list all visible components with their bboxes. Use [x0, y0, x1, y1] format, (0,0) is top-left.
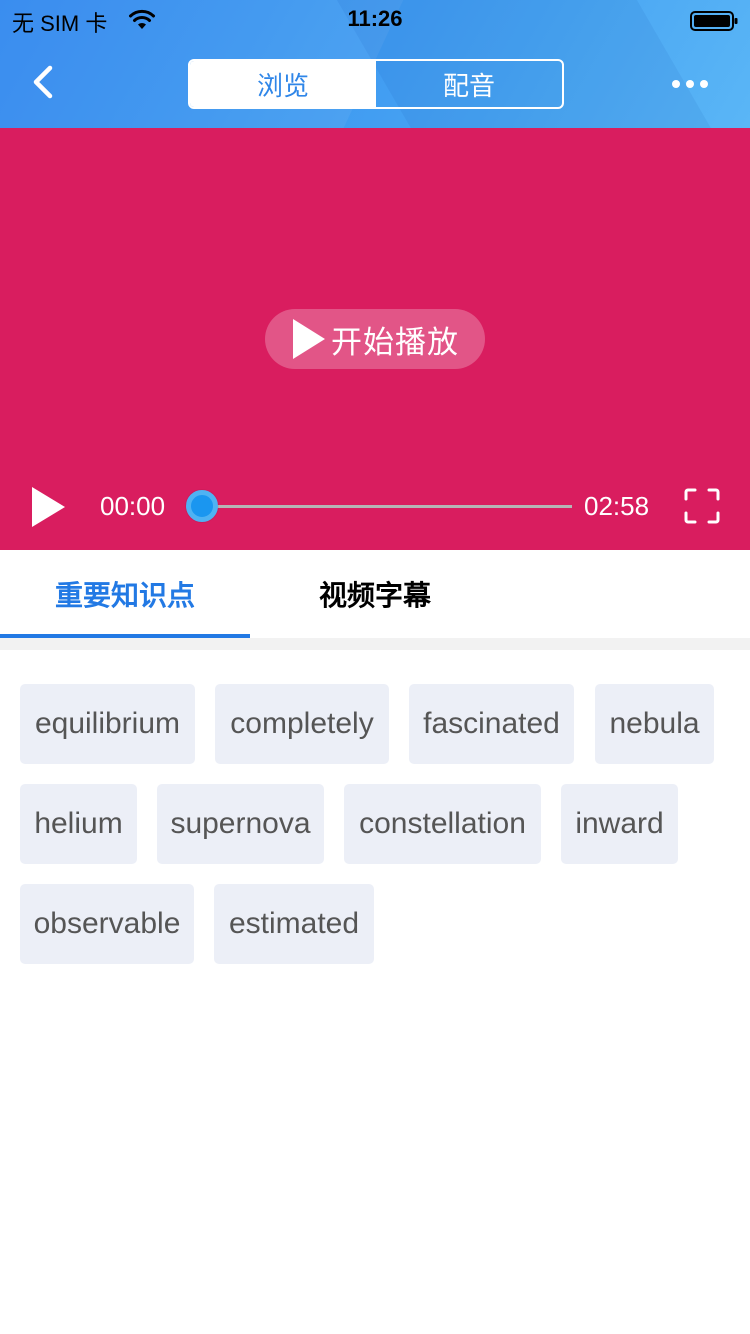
total-time: 02:58 [584, 491, 650, 521]
video-player[interactable]: 开始播放 00:00 02:58 [0, 128, 750, 550]
keyword-chip[interactable]: helium [20, 784, 137, 864]
battery-icon [690, 11, 738, 31]
section-divider [0, 638, 750, 650]
current-time: 00:00 [100, 491, 166, 521]
keyword-chip[interactable]: estimated [214, 884, 374, 964]
clock: 11:26 [347, 6, 403, 31]
start-play-label: 开始播放 [331, 324, 459, 360]
play-triangle-icon [293, 319, 325, 359]
keyword-chip[interactable]: supernova [157, 784, 324, 864]
status-bar: 无 SIM 卡 11:26 [0, 0, 750, 40]
start-play-button[interactable]: 开始播放 [265, 309, 485, 369]
fullscreen-icon[interactable] [684, 488, 720, 524]
keyword-chip[interactable]: nebula [595, 684, 714, 764]
keyword-chip[interactable]: fascinated [409, 684, 574, 764]
keyword-chip[interactable]: completely [215, 684, 389, 764]
keyword-chip[interactable]: equilibrium [20, 684, 195, 764]
tab-key-points[interactable]: 重要知识点 [0, 550, 250, 638]
segment-dubbing[interactable]: 配音 [376, 61, 562, 107]
segment-browse[interactable]: 浏览 [190, 61, 376, 107]
keyword-chip[interactable]: observable [20, 884, 194, 964]
play-icon[interactable] [32, 487, 65, 527]
chevron-left-icon[interactable] [26, 60, 66, 104]
mode-segmented-control: 浏览 配音 [188, 59, 564, 109]
header-bar: 无 SIM 卡 11:26 浏览 配音 [0, 0, 750, 128]
keyword-chip[interactable]: inward [561, 784, 678, 864]
keyword-chip[interactable]: constellation [344, 784, 541, 864]
progress-slider-thumb[interactable] [186, 490, 218, 522]
content-tabs: 重要知识点 视频字幕 [0, 550, 750, 638]
progress-track[interactable] [202, 505, 572, 508]
tab-subtitles[interactable]: 视频字幕 [250, 550, 500, 638]
more-dots-icon[interactable] [672, 76, 708, 92]
